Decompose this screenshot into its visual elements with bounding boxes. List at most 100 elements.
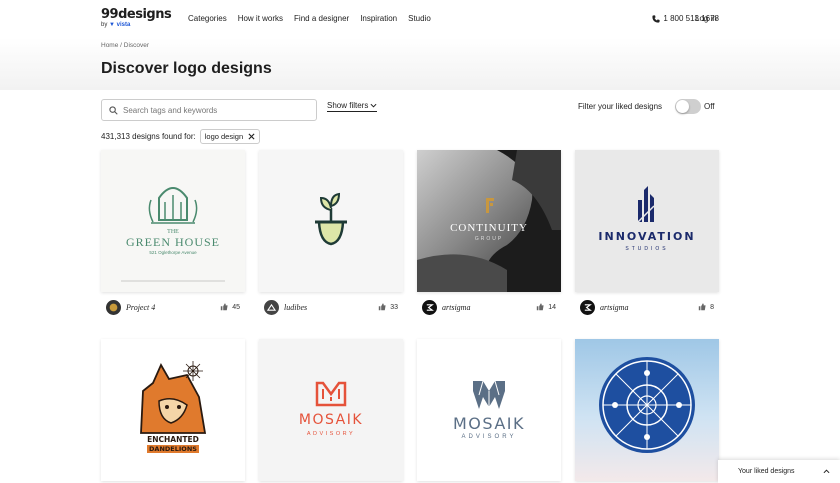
mosaik-coral-sub: ADVISORY xyxy=(306,431,356,437)
designer-avatar-icon xyxy=(267,303,276,311)
avatar[interactable] xyxy=(580,299,595,315)
phone-icon xyxy=(652,14,660,23)
thumbs-up-icon xyxy=(379,303,386,311)
breadcrumb-separator: / xyxy=(120,42,122,49)
avatar[interactable] xyxy=(422,299,437,315)
circular-emblem-icon xyxy=(599,357,695,453)
nav-item-categories[interactable]: Categories xyxy=(188,14,227,23)
artsigma-avatar-icon xyxy=(426,303,434,311)
dandelion-cat-logo-icon xyxy=(140,361,207,434)
innovation-title: INNOVATION xyxy=(598,230,696,243)
brand-byline: by ▼ vista xyxy=(101,22,171,29)
design-card[interactable]: ludibes 33 xyxy=(259,150,403,322)
nav-item-find-designer[interactable]: Find a designer xyxy=(294,14,349,23)
show-filters-button[interactable]: Show filters xyxy=(327,101,378,112)
designer-name[interactable]: artsigma xyxy=(600,303,698,312)
avatar[interactable] xyxy=(264,299,279,315)
man-photo xyxy=(417,150,561,292)
designer-name[interactable]: Project 4 xyxy=(126,303,220,312)
design-thumbnail[interactable]: CONTINUITY GROUP xyxy=(417,150,561,292)
designer-name[interactable]: ludibes xyxy=(284,303,378,312)
thumbs-up-icon xyxy=(698,303,706,311)
breadcrumb-home[interactable]: Home xyxy=(101,42,118,49)
brand-vista: vista xyxy=(116,22,131,28)
designer-name[interactable]: artsigma xyxy=(442,303,536,312)
greenhouse-name: GREEN HOUSE xyxy=(126,235,220,249)
filter-liked-label: Filter your liked designs xyxy=(578,102,663,111)
results-count: 431,313 designs found for: xyxy=(101,132,196,141)
design-thumbnail[interactable]: MOSAIK ADVISORY xyxy=(417,339,561,481)
like-count: 8 xyxy=(710,303,714,311)
design-thumbnail[interactable]: MOSAIK ADVISORY xyxy=(259,339,403,481)
close-icon[interactable] xyxy=(248,133,255,140)
design-card[interactable]: THE GREEN HOUSE 521 Oglethorpe Avenue Pr… xyxy=(101,150,245,322)
page-title: Discover logo designs xyxy=(101,60,272,77)
design-card[interactable]: CONTINUITY GROUP artsigma 14 xyxy=(417,150,561,322)
like-count: 33 xyxy=(390,303,398,311)
card-meta: Project 4 45 xyxy=(101,292,245,322)
mosaik-coral-title: MOSAIK xyxy=(298,412,364,428)
like-button[interactable]: 33 xyxy=(378,303,398,311)
like-button[interactable]: 8 xyxy=(698,303,714,311)
like-button[interactable]: 45 xyxy=(220,303,240,311)
liked-designs-panel[interactable]: Your liked designs xyxy=(718,460,840,483)
like-count: 45 xyxy=(232,303,240,311)
nav-item-studio[interactable]: Studio xyxy=(408,14,431,23)
design-card[interactable]: MOSAIK ADVISORY xyxy=(259,339,403,481)
artsigma-avatar-icon xyxy=(584,303,592,311)
design-thumbnail[interactable] xyxy=(259,150,403,292)
thumbs-up-icon xyxy=(221,303,228,311)
breadcrumb-current: Discover xyxy=(123,42,150,49)
results-summary: 431,313 designs found for: logo design xyxy=(101,129,261,144)
breadcrumb: Home / Discover xyxy=(101,42,149,49)
design-thumbnail[interactable]: INNOVATION STUDIOS xyxy=(575,150,719,292)
thumbs-up-icon xyxy=(537,303,544,311)
toggle-state: Off xyxy=(704,102,715,111)
chevron-down-icon xyxy=(370,103,377,108)
card-meta: ludibes 33 xyxy=(259,292,403,322)
mosaik-slate-sub: ADVISORY xyxy=(461,434,517,440)
plant-pot-logo-icon xyxy=(315,192,347,246)
continuity-sub: GROUP xyxy=(474,236,504,242)
enchanted-sub: DANDELIONS xyxy=(147,445,199,453)
liked-designs-label: Your liked designs xyxy=(738,468,795,475)
brand-logo[interactable]: 99designs by ▼ vista xyxy=(101,7,172,29)
innovation-sub: STUDIOS xyxy=(625,246,669,252)
search-input[interactable] xyxy=(123,105,303,115)
login-link[interactable]: Log in xyxy=(695,14,717,23)
designer-avatar-icon xyxy=(109,303,118,311)
card-meta: artsigma 14 xyxy=(417,292,561,322)
like-count: 14 xyxy=(548,303,556,311)
search-icon xyxy=(109,105,118,115)
toggle-knob xyxy=(676,100,689,113)
design-thumbnail[interactable]: THE GREEN HOUSE 521 Oglethorpe Avenue xyxy=(101,150,245,292)
design-thumbnail[interactable] xyxy=(575,339,719,481)
design-card[interactable] xyxy=(575,339,719,481)
filter-chip-label: logo design xyxy=(204,132,244,141)
mosaik-coral-mark-icon xyxy=(315,381,347,407)
design-card[interactable]: INNOVATION STUDIOS artsigma 8 xyxy=(575,150,719,322)
vista-icon: ▼ xyxy=(109,22,115,28)
avatar[interactable] xyxy=(106,299,121,315)
continuity-mark-icon xyxy=(486,198,494,213)
brand-by: by xyxy=(101,22,108,28)
continuity-title: CONTINUITY xyxy=(450,222,528,234)
top-navigation: 99designs by ▼ vista Categories How it w… xyxy=(0,0,840,38)
design-card[interactable]: MOSAIK ADVISORY xyxy=(417,339,561,481)
enchanted-title: ENCHANTED xyxy=(147,435,199,444)
design-card[interactable]: ENCHANTED DANDELIONS xyxy=(101,339,245,481)
innovation-mark-icon xyxy=(637,186,655,223)
like-button[interactable]: 14 xyxy=(536,303,556,311)
show-filters-label: Show filters xyxy=(327,101,369,110)
brand-name: 99designs xyxy=(101,7,172,22)
nav-item-inspiration[interactable]: Inspiration xyxy=(360,14,397,23)
chevron-up-icon xyxy=(823,469,830,474)
greenhouse-logo-icon xyxy=(121,187,225,282)
mosaik-slate-title: MOSAIK xyxy=(452,414,525,433)
nav-item-how-it-works[interactable]: How it works xyxy=(238,14,283,23)
liked-filter-toggle[interactable] xyxy=(675,99,701,114)
greenhouse-address: 521 Oglethorpe Avenue xyxy=(149,250,197,255)
card-meta: artsigma 8 xyxy=(575,292,719,322)
design-thumbnail[interactable]: ENCHANTED DANDELIONS xyxy=(101,339,245,481)
filter-chip: logo design xyxy=(199,129,261,144)
